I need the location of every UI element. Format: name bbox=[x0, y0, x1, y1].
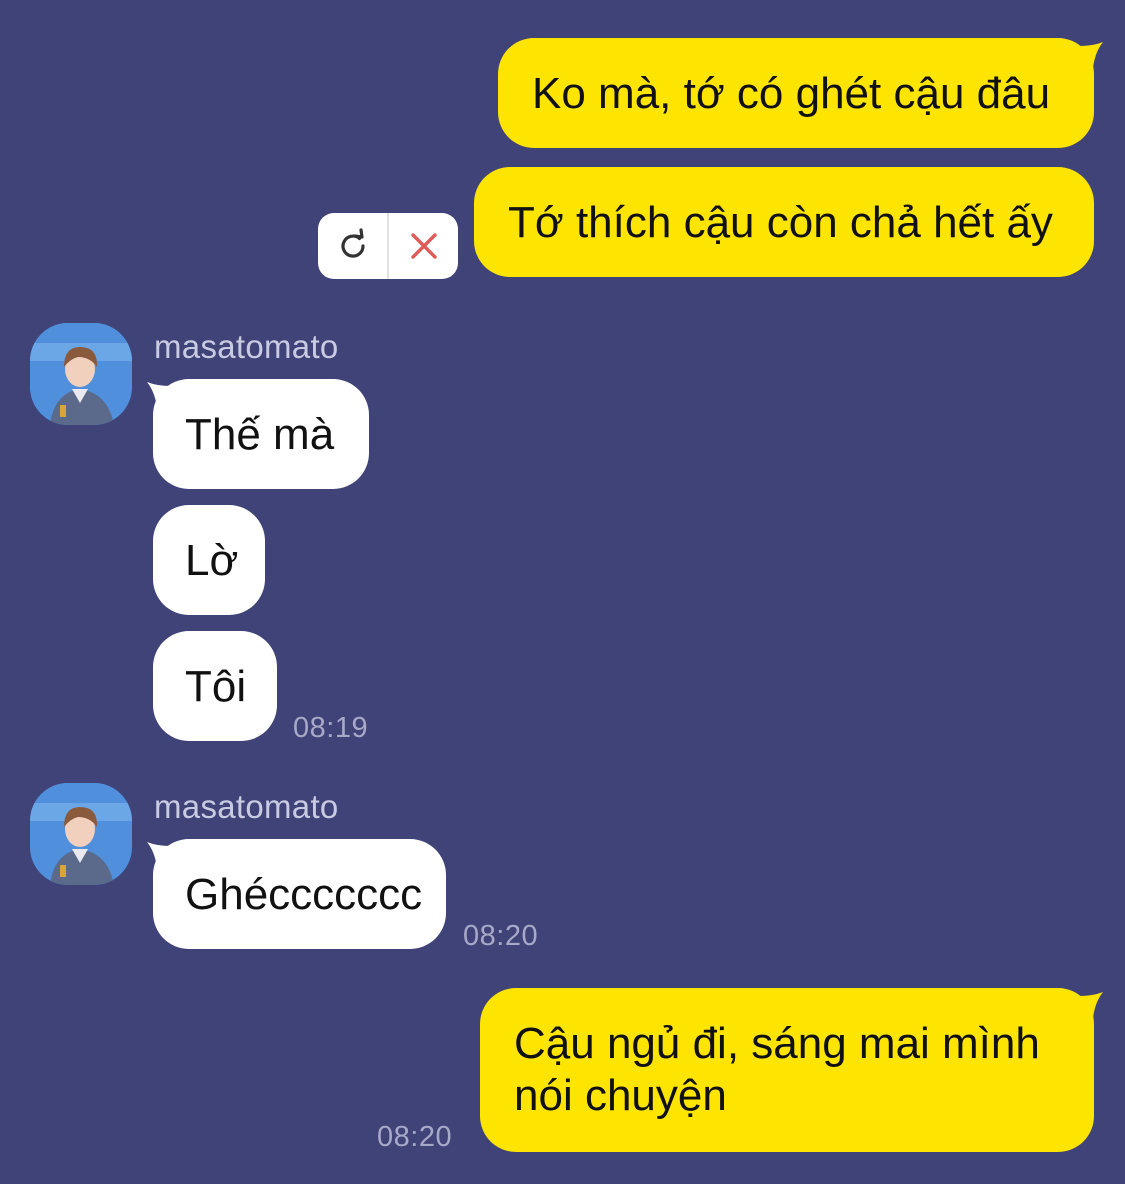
avatar[interactable] bbox=[30, 783, 132, 885]
message-text: Lờ bbox=[185, 536, 239, 585]
message-text: Tôi bbox=[185, 662, 247, 711]
profile-photo-icon bbox=[30, 783, 132, 885]
incoming-message[interactable]: Tôi bbox=[153, 631, 277, 741]
message-text: Tớ thích cậu còn chả hết ấy bbox=[508, 198, 1053, 247]
message-text-line: nói chuyện bbox=[514, 1071, 727, 1120]
outgoing-message-failed[interactable]: Tớ thích cậu còn chả hết ấy bbox=[474, 167, 1094, 277]
retry-button[interactable] bbox=[318, 213, 387, 279]
sender-name: masatomato bbox=[154, 328, 339, 365]
failed-message-actions bbox=[318, 213, 458, 279]
message-timestamp: 08:20 bbox=[463, 920, 539, 952]
incoming-message[interactable]: Thế mà bbox=[153, 379, 369, 489]
close-icon bbox=[410, 233, 437, 259]
sender-name: masatomato bbox=[154, 788, 339, 825]
delete-button[interactable] bbox=[389, 213, 458, 279]
retry-icon bbox=[340, 228, 365, 258]
incoming-message[interactable]: Lờ bbox=[153, 505, 265, 615]
message-text: Ghéccccccc bbox=[185, 870, 423, 919]
message-text: Thế mà bbox=[185, 410, 335, 459]
bubble-tail bbox=[1079, 992, 1103, 1018]
message-timestamp: 08:20 bbox=[377, 1121, 453, 1153]
avatar[interactable] bbox=[30, 323, 132, 425]
message-timestamp: 08:19 bbox=[293, 712, 369, 744]
incoming-message[interactable]: Ghéccccccc bbox=[153, 839, 446, 949]
message-text-line: Cậu ngủ đi, sáng mai mình bbox=[514, 1019, 1040, 1068]
bubble-tail bbox=[1079, 42, 1103, 68]
outgoing-message[interactable]: Cậu ngủ đi, sáng mai mình nói chuyện bbox=[480, 988, 1094, 1152]
message-text: Ko mà, tớ có ghét cậu đâu bbox=[532, 69, 1051, 118]
profile-photo-icon bbox=[30, 323, 132, 425]
outgoing-message[interactable]: Ko mà, tớ có ghét cậu đâu bbox=[498, 38, 1094, 148]
